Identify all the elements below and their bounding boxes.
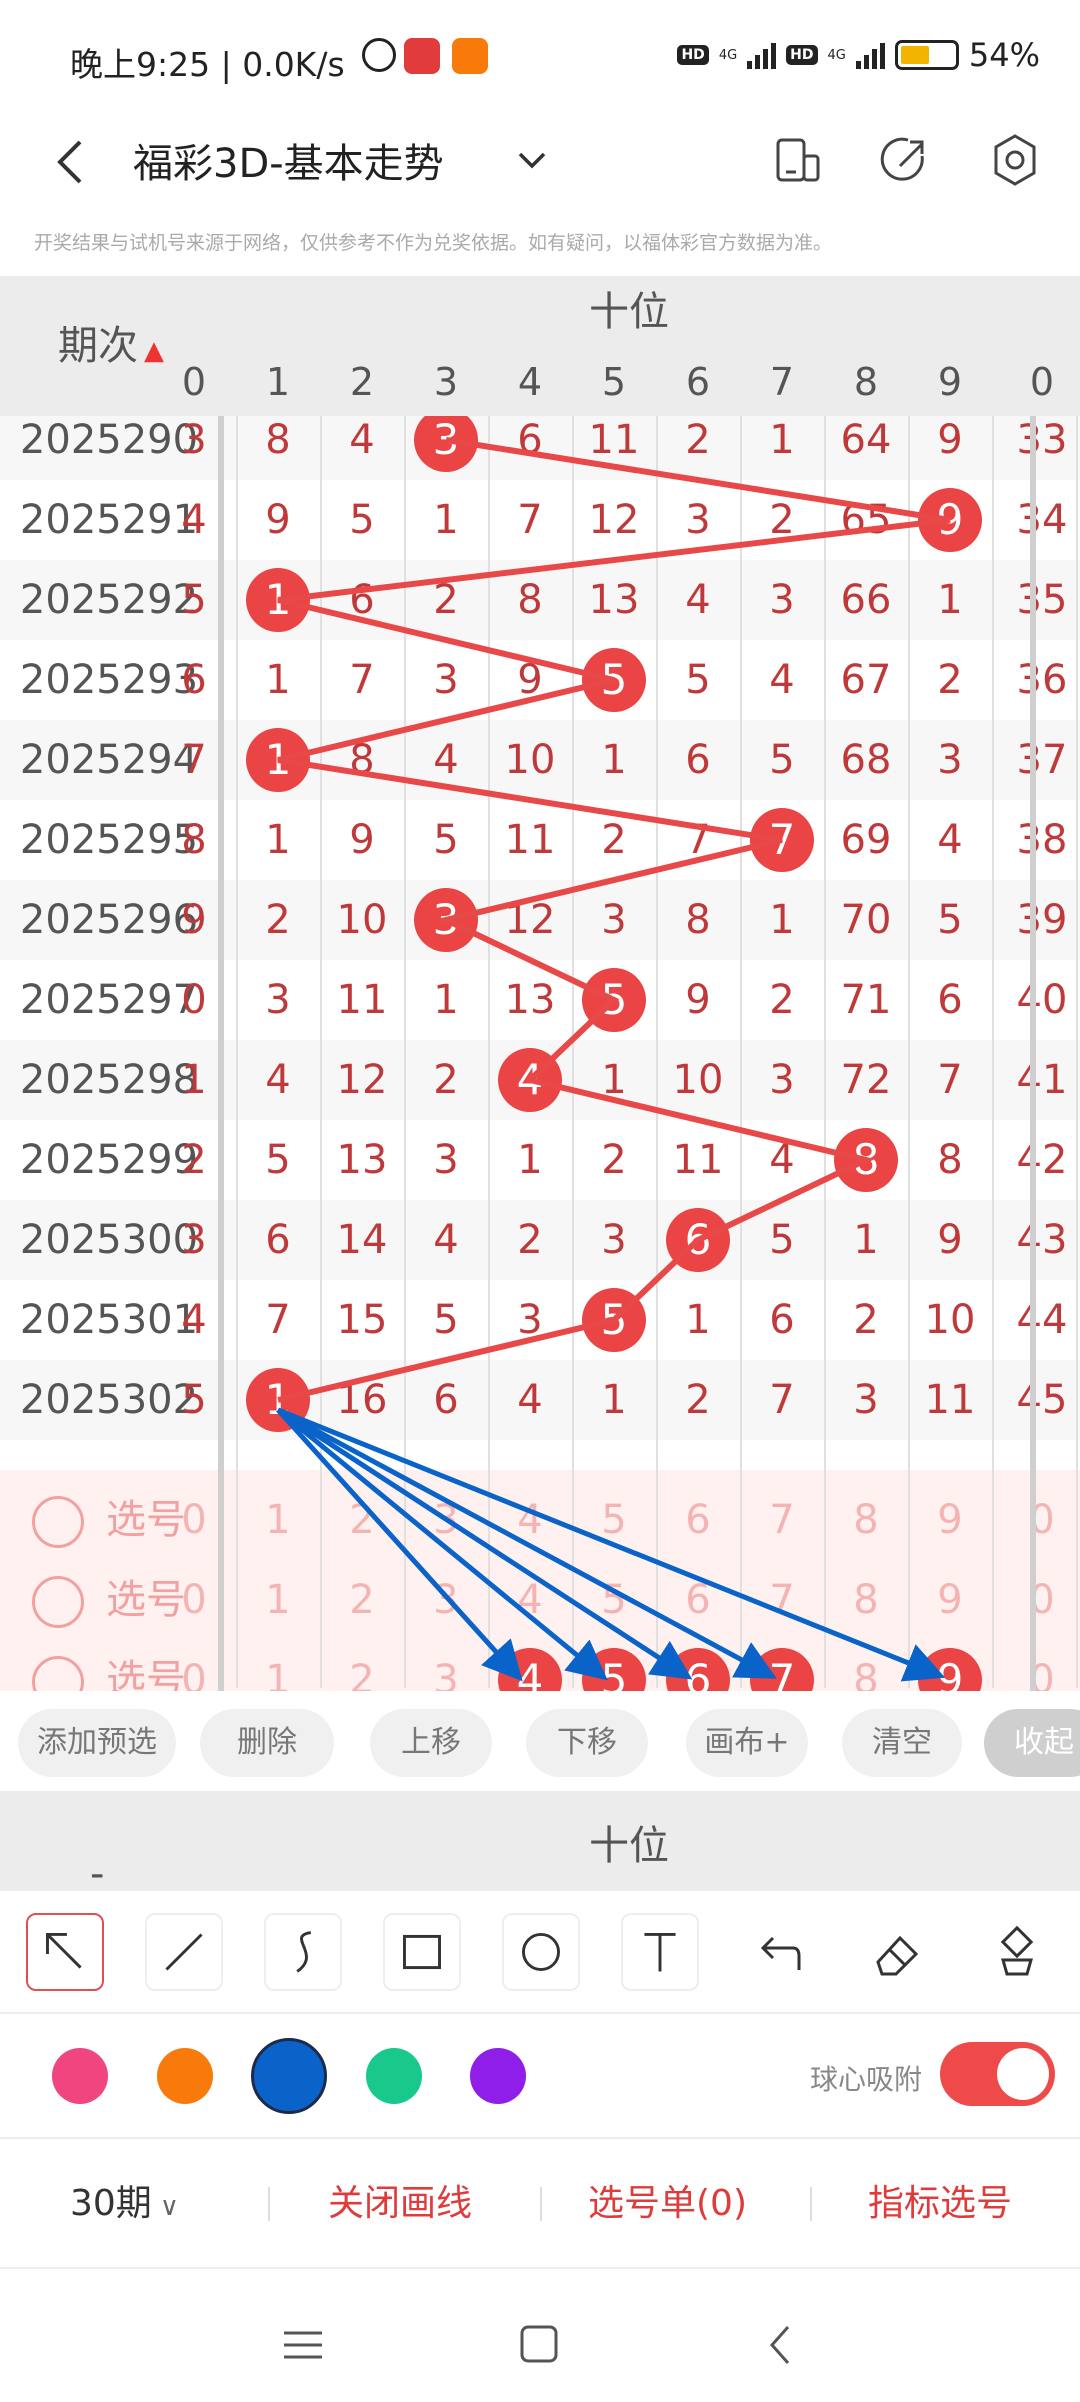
line-icon[interactable] (145, 1913, 223, 1991)
drawn-arrow (277, 1407, 946, 1682)
rectangle-icon[interactable] (383, 1913, 461, 1991)
chevron-down-icon: ∨ (159, 2192, 179, 2222)
hd-badge-2: HD (786, 45, 818, 65)
text-icon[interactable] (621, 1913, 699, 1991)
system-nav-bar (0, 2267, 1080, 2400)
back-nav-icon[interactable] (769, 2326, 790, 2364)
color-swatch[interactable] (157, 2048, 213, 2104)
home-icon[interactable] (520, 2325, 558, 2363)
action-bar: 添加预选 删除 上移 下移 画布+ 清空 收起 (0, 1691, 1080, 1791)
alarm-icon (362, 38, 396, 72)
trend-line (277, 437, 951, 1403)
trend-table[interactable]: 2025290 3 8 4 3 6 11 2 1 64 9 33 2025291 4 9 5 1 7 12 3 2 65 9… (0, 276, 1080, 1691)
action-button-1[interactable]: 删除 (200, 1709, 334, 1777)
app-notification-icon (404, 38, 440, 74)
indicator-pick-button[interactable]: 指标选号 (868, 2139, 1012, 2269)
drawn-arrow (276, 1408, 608, 1681)
action-button-4[interactable]: 画布+ (686, 1709, 808, 1777)
color-swatch[interactable] (366, 2048, 422, 2104)
action-button-5[interactable]: 清空 (842, 1709, 962, 1777)
trend-lines (276, 437, 951, 1682)
disclaimer-notice: 开奖结果与试机号来源于网络，仅供参考不作为兑奖依据。如有疑问，以福体彩官方数据为… (34, 232, 833, 254)
clear-icon[interactable] (978, 1913, 1056, 1991)
action-button-3[interactable]: 下移 (526, 1709, 648, 1777)
network-type-2: 4G (827, 47, 846, 63)
action-button-2[interactable]: 上移 (370, 1709, 492, 1777)
circle-icon[interactable] (502, 1913, 580, 1991)
drawn-arrow (276, 1407, 777, 1679)
panel-group-header: 十位 (589, 1823, 669, 1869)
phone-icon[interactable] (762, 122, 832, 198)
status-right: HD 4G HD 4G 54% (677, 36, 1040, 74)
action-button-6[interactable]: 收起 (984, 1709, 1080, 1777)
eraser-icon[interactable] (859, 1913, 937, 1991)
share-icon[interactable] (870, 122, 940, 198)
color-swatch[interactable] (251, 2038, 327, 2114)
settings-icon[interactable] (980, 122, 1050, 198)
close-lines-button[interactable]: 关闭画线 (328, 2139, 472, 2269)
freehand-icon[interactable] (264, 1913, 342, 1991)
signal-icon (747, 41, 777, 69)
bottom-bar: 30期 ∨ 关闭画线 选号单(0) 指标选号 (0, 2137, 1080, 2267)
status-time: 晚上9:25 | 0.0K/s (70, 45, 345, 84)
menu-icon[interactable] (284, 2331, 322, 2359)
battery-percent: 54% (968, 36, 1040, 74)
drawing-toolbar (0, 1891, 1080, 2011)
page-title[interactable]: 福彩3D-基本走势 (133, 126, 444, 202)
mi-icon (452, 38, 488, 74)
color-palette: 球心吸附 (0, 2012, 1080, 2137)
secondary-header: - 十位 (0, 1791, 1080, 1897)
snap-label: 球心吸附 (810, 2063, 923, 2096)
pick-list-button[interactable]: 选号单(0) (588, 2139, 747, 2269)
color-swatch[interactable] (470, 2048, 526, 2104)
signal-icon-2 (855, 41, 885, 69)
hd-badge: HD (677, 45, 709, 65)
app-bar: 福彩3D-基本走势 (0, 112, 1080, 220)
color-swatch[interactable] (52, 2048, 108, 2104)
snap-toggle[interactable] (940, 2042, 1055, 2106)
back-icon[interactable] (42, 132, 102, 192)
undo-icon[interactable] (740, 1913, 818, 1991)
select-arrow-icon[interactable] (26, 1913, 104, 1991)
network-type: 4G (718, 47, 738, 63)
action-button-0[interactable]: 添加预选 (18, 1709, 176, 1777)
status-bar: 晚上9:25 | 0.0K/s HD 4G HD 4G 54% (0, 0, 1080, 112)
battery-icon (894, 40, 959, 70)
period-dropdown[interactable]: 30期 ∨ (70, 2139, 179, 2269)
